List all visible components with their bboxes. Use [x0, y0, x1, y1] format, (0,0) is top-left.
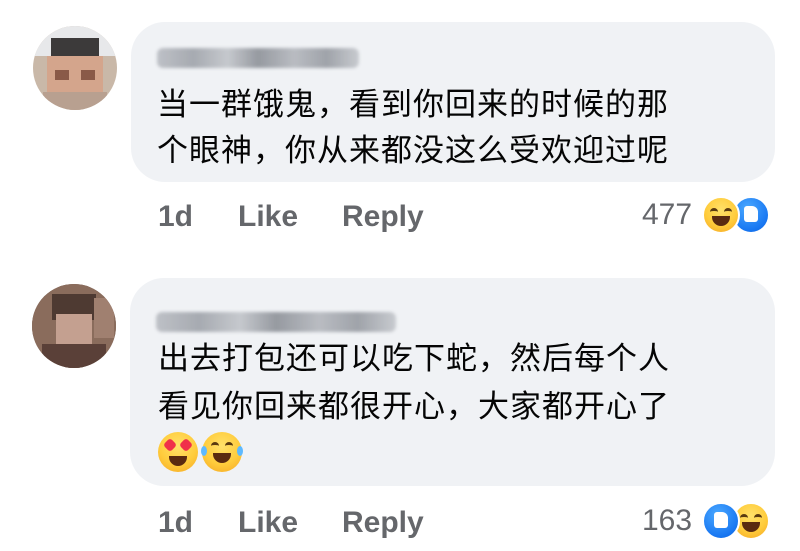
tears-of-joy-emoji [201, 432, 243, 472]
comment-text-line: 个眼神，你从来都没这么受欢迎过呢 [157, 133, 669, 169]
author-name[interactable] [156, 312, 396, 332]
like-button[interactable]: Like [238, 506, 298, 540]
timestamp[interactable]: 1d [158, 506, 193, 540]
reaction-count[interactable]: 477 [642, 198, 692, 232]
like-icon[interactable] [702, 502, 740, 540]
reply-button[interactable]: Reply [342, 506, 424, 540]
like-button[interactable]: Like [238, 200, 298, 234]
avatar[interactable] [33, 26, 117, 110]
comment-bubble: 出去打包还可以吃下蛇，然后每个人 看见你回来都很开心，大家都开心了 [130, 278, 775, 486]
haha-icon[interactable] [702, 196, 740, 234]
author-name[interactable] [157, 48, 359, 68]
comment-text-line: 当一群饿鬼，看到你回来的时候的那 [157, 87, 669, 123]
timestamp[interactable]: 1d [158, 200, 193, 234]
reaction-count[interactable]: 163 [642, 504, 692, 538]
comment-bubble: 当一群饿鬼，看到你回来的时候的那 个眼神，你从来都没这么受欢迎过呢 [131, 22, 775, 182]
comment-text-line: 出去打包还可以吃下蛇，然后每个人 [158, 341, 670, 377]
comment-text-line: 看见你回来都很开心，大家都开心了 [158, 389, 670, 425]
reply-button[interactable]: Reply [342, 200, 424, 234]
heart-eyes-emoji [158, 432, 198, 472]
avatar[interactable] [32, 284, 116, 368]
